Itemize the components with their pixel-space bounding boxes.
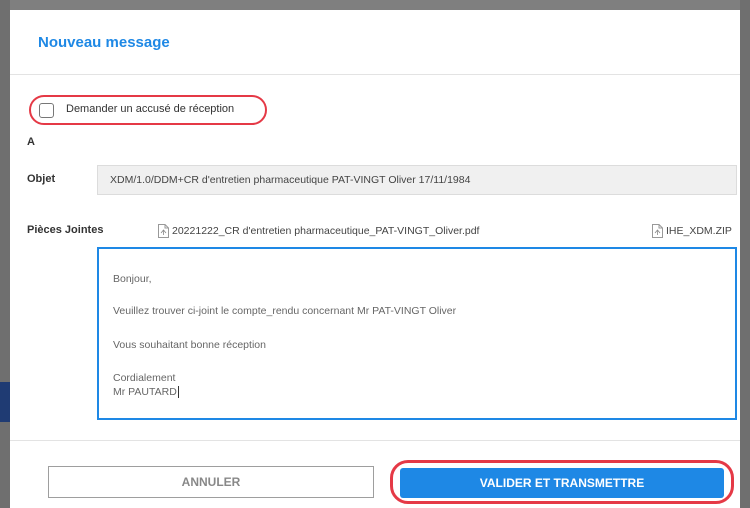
message-line: Vous souhaitant bonne réception	[113, 339, 266, 351]
validate-and-send-button[interactable]: VALIDER ET TRANSMETTRE	[400, 468, 724, 498]
message-closing: Cordialement	[113, 372, 176, 384]
message-body-editor[interactable]: Bonjour, Veuillez trouver ci-joint le co…	[97, 247, 737, 420]
attachment-item[interactable]: IHE_XDM.ZIP	[652, 223, 732, 239]
background-app-header	[0, 0, 750, 10]
file-icon	[652, 224, 663, 238]
title-divider	[10, 74, 740, 75]
attachment-name: IHE_XDM.ZIP	[666, 225, 732, 237]
subject-field[interactable]: XDM/1.0/DDM+CR d'entretien pharmaceutiqu…	[97, 165, 737, 195]
background-app-panel	[0, 382, 10, 422]
read-receipt-checkbox[interactable]	[39, 103, 54, 118]
attachment-item[interactable]: 20221222_CR d'entretien pharmaceutique_P…	[158, 223, 479, 239]
text-cursor	[177, 386, 179, 399]
read-receipt-label[interactable]: Demander un accusé de réception	[66, 103, 234, 115]
attachment-name: 20221222_CR d'entretien pharmaceutique_P…	[172, 225, 480, 237]
file-icon	[158, 224, 169, 238]
message-greeting: Bonjour,	[113, 273, 152, 285]
attachments-label: Pièces Jointes	[27, 224, 104, 236]
message-line: Veuillez trouver ci-joint le compte_rend…	[113, 305, 457, 317]
footer-divider	[10, 440, 740, 441]
message-signature-line: Mr PAUTARD	[113, 386, 179, 399]
subject-label: Objet	[27, 173, 56, 185]
cancel-button[interactable]: ANNULER	[48, 466, 374, 498]
new-message-dialog: Nouveau message Demander un accusé de ré…	[10, 10, 740, 508]
message-signature: Mr PAUTARD	[113, 386, 177, 398]
dialog-title: Nouveau message	[38, 34, 170, 51]
background-app-right-edge	[740, 0, 750, 508]
to-label: A	[27, 136, 35, 148]
subject-value: XDM/1.0/DDM+CR d'entretien pharmaceutiqu…	[110, 174, 471, 186]
read-receipt-highlight: Demander un accusé de réception	[29, 95, 267, 125]
background-app-left-edge	[0, 0, 10, 508]
